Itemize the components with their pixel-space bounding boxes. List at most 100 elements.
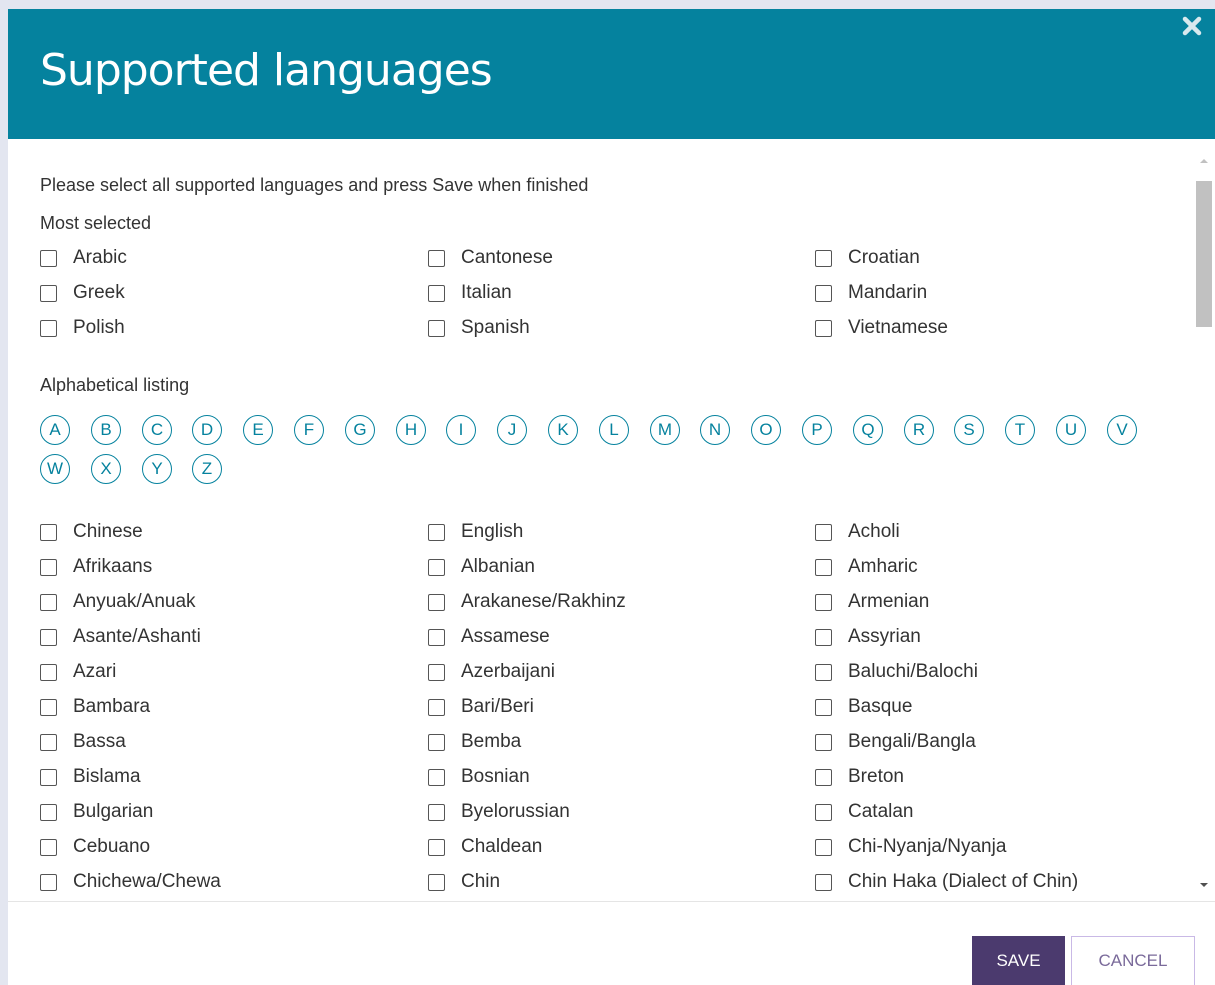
- language-option[interactable]: Bambara: [40, 695, 150, 719]
- letter-filter-n[interactable]: N: [700, 415, 730, 445]
- language-option[interactable]: Chaldean: [428, 835, 542, 859]
- checkbox[interactable]: [815, 698, 832, 716]
- checkbox[interactable]: [40, 249, 57, 267]
- language-option[interactable]: Chin: [428, 870, 500, 894]
- letter-filter-a[interactable]: A: [40, 415, 70, 445]
- letter-filter-y[interactable]: Y: [142, 454, 172, 484]
- language-option[interactable]: Chin Haka (Dialect of Chin): [815, 870, 1078, 894]
- checkbox[interactable]: [815, 733, 832, 751]
- language-option[interactable]: Assyrian: [815, 625, 921, 649]
- language-option[interactable]: Asante/Ashanti: [40, 625, 201, 649]
- checkbox[interactable]: [40, 838, 57, 856]
- scroll-down-arrow-icon[interactable]: [1200, 883, 1208, 887]
- letter-filter-c[interactable]: C: [142, 415, 172, 445]
- language-option[interactable]: Byelorussian: [428, 800, 570, 824]
- letter-filter-f[interactable]: F: [294, 415, 324, 445]
- checkbox[interactable]: [815, 523, 832, 541]
- language-option[interactable]: Cantonese: [428, 246, 553, 270]
- checkbox[interactable]: [428, 249, 445, 267]
- language-option[interactable]: Catalan: [815, 800, 914, 824]
- checkbox[interactable]: [815, 249, 832, 267]
- checkbox[interactable]: [428, 663, 445, 681]
- language-option[interactable]: Bulgarian: [40, 800, 153, 824]
- checkbox[interactable]: [815, 593, 832, 611]
- letter-filter-e[interactable]: E: [243, 415, 273, 445]
- dialog-body[interactable]: Please select all supported languages an…: [8, 139, 1215, 901]
- language-option[interactable]: Anyuak/Anuak: [40, 590, 196, 614]
- checkbox[interactable]: [40, 663, 57, 681]
- checkbox[interactable]: [428, 698, 445, 716]
- letter-filter-u[interactable]: U: [1056, 415, 1086, 445]
- language-option[interactable]: Mandarin: [815, 281, 927, 305]
- letter-filter-d[interactable]: D: [192, 415, 222, 445]
- language-option[interactable]: Polish: [40, 316, 125, 340]
- checkbox[interactable]: [428, 803, 445, 821]
- checkbox[interactable]: [428, 284, 445, 302]
- language-option[interactable]: Cebuano: [40, 835, 150, 859]
- vertical-scrollbar[interactable]: [1195, 153, 1213, 893]
- language-option[interactable]: Croatian: [815, 246, 920, 270]
- language-option[interactable]: Baluchi/Balochi: [815, 660, 978, 684]
- language-option[interactable]: Arakanese/Rakhinz: [428, 590, 626, 614]
- checkbox[interactable]: [815, 873, 832, 891]
- checkbox[interactable]: [428, 628, 445, 646]
- checkbox[interactable]: [40, 803, 57, 821]
- language-option[interactable]: Spanish: [428, 316, 530, 340]
- checkbox[interactable]: [815, 284, 832, 302]
- language-option[interactable]: Chichewa/Chewa: [40, 870, 221, 894]
- language-option[interactable]: Amharic: [815, 555, 918, 579]
- language-option[interactable]: Bosnian: [428, 765, 530, 789]
- checkbox[interactable]: [40, 873, 57, 891]
- checkbox[interactable]: [428, 593, 445, 611]
- language-option[interactable]: Bassa: [40, 730, 126, 754]
- letter-filter-l[interactable]: L: [599, 415, 629, 445]
- letter-filter-b[interactable]: B: [91, 415, 121, 445]
- checkbox[interactable]: [815, 558, 832, 576]
- letter-filter-p[interactable]: P: [802, 415, 832, 445]
- language-option[interactable]: Bengali/Bangla: [815, 730, 976, 754]
- language-option[interactable]: Chinese: [40, 520, 143, 544]
- letter-filter-t[interactable]: T: [1005, 415, 1035, 445]
- letter-filter-m[interactable]: M: [650, 415, 680, 445]
- letter-filter-o[interactable]: O: [751, 415, 781, 445]
- scrollbar-thumb[interactable]: [1196, 181, 1212, 327]
- checkbox[interactable]: [40, 558, 57, 576]
- language-option[interactable]: Bemba: [428, 730, 521, 754]
- checkbox[interactable]: [40, 523, 57, 541]
- checkbox[interactable]: [40, 593, 57, 611]
- language-option[interactable]: Greek: [40, 281, 125, 305]
- checkbox[interactable]: [428, 873, 445, 891]
- checkbox[interactable]: [40, 698, 57, 716]
- language-option[interactable]: Basque: [815, 695, 912, 719]
- language-option[interactable]: Afrikaans: [40, 555, 152, 579]
- language-option[interactable]: Bari/Beri: [428, 695, 534, 719]
- cancel-button[interactable]: CANCEL: [1071, 936, 1195, 985]
- checkbox[interactable]: [40, 319, 57, 337]
- language-option[interactable]: Azari: [40, 660, 116, 684]
- letter-filter-s[interactable]: S: [954, 415, 984, 445]
- language-option[interactable]: Chi-Nyanja/Nyanja: [815, 835, 1006, 859]
- letter-filter-i[interactable]: I: [446, 415, 476, 445]
- checkbox[interactable]: [815, 319, 832, 337]
- language-option[interactable]: Breton: [815, 765, 904, 789]
- checkbox[interactable]: [40, 768, 57, 786]
- language-option[interactable]: Bislama: [40, 765, 141, 789]
- letter-filter-z[interactable]: Z: [192, 454, 222, 484]
- checkbox[interactable]: [428, 558, 445, 576]
- letter-filter-k[interactable]: K: [548, 415, 578, 445]
- letter-filter-h[interactable]: H: [396, 415, 426, 445]
- checkbox[interactable]: [428, 523, 445, 541]
- checkbox[interactable]: [428, 733, 445, 751]
- language-option[interactable]: Vietnamese: [815, 316, 948, 340]
- scroll-up-arrow-icon[interactable]: [1200, 159, 1208, 163]
- checkbox[interactable]: [815, 768, 832, 786]
- language-option[interactable]: Arabic: [40, 246, 127, 270]
- checkbox[interactable]: [428, 838, 445, 856]
- save-button[interactable]: SAVE: [972, 936, 1065, 985]
- checkbox[interactable]: [815, 838, 832, 856]
- checkbox[interactable]: [428, 319, 445, 337]
- language-option[interactable]: Azerbaijani: [428, 660, 555, 684]
- letter-filter-j[interactable]: J: [497, 415, 527, 445]
- language-option[interactable]: Italian: [428, 281, 512, 305]
- language-option[interactable]: Assamese: [428, 625, 550, 649]
